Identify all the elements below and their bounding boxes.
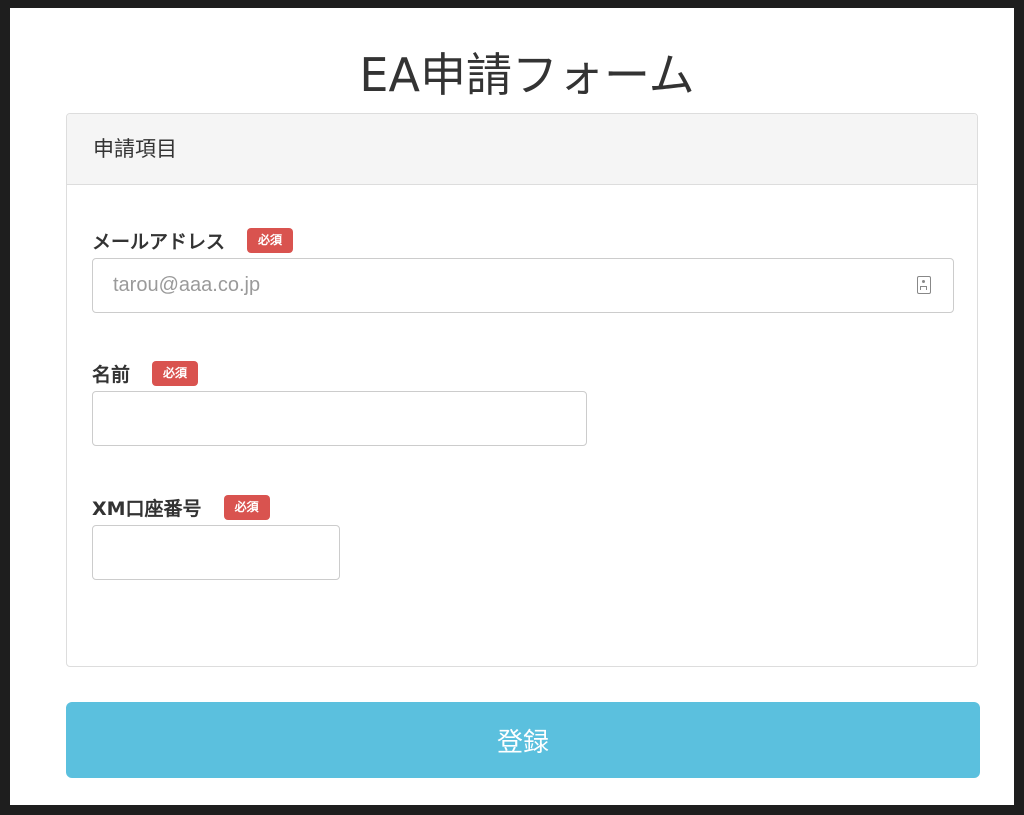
email-field-group: メールアドレス 必須: [92, 226, 954, 313]
account-label: XM口座番号 必須: [92, 493, 340, 521]
browser-viewport: EA申請フォーム 申請項目 メールアドレス 必須 名前 必須 XM口: [10, 8, 1014, 805]
email-field-box[interactable]: [92, 258, 954, 313]
contact-card-icon[interactable]: [917, 276, 931, 294]
account-field-box[interactable]: [92, 525, 340, 580]
application-panel: 申請項目 メールアドレス 必須 名前 必須 XM口座番号 必須: [66, 113, 978, 667]
account-number-input[interactable]: [113, 526, 319, 579]
name-input[interactable]: [113, 392, 566, 445]
name-label-text: 名前: [92, 363, 131, 386]
required-badge: 必須: [152, 360, 199, 386]
name-field-box[interactable]: [92, 391, 587, 446]
panel-heading: 申請項目: [67, 114, 977, 185]
email-label: メールアドレス 必須: [92, 226, 954, 254]
name-label: 名前 必須: [92, 359, 587, 387]
email-input[interactable]: [113, 259, 933, 312]
required-badge: 必須: [247, 227, 294, 253]
email-label-text: メールアドレス: [92, 230, 226, 253]
required-badge: 必須: [223, 494, 270, 520]
account-label-text: XM口座番号: [92, 497, 202, 520]
page-title: EA申請フォーム: [359, 48, 695, 102]
register-button[interactable]: 登録: [66, 702, 980, 778]
name-field-group: 名前 必須: [92, 359, 587, 446]
account-field-group: XM口座番号 必須: [92, 493, 340, 580]
